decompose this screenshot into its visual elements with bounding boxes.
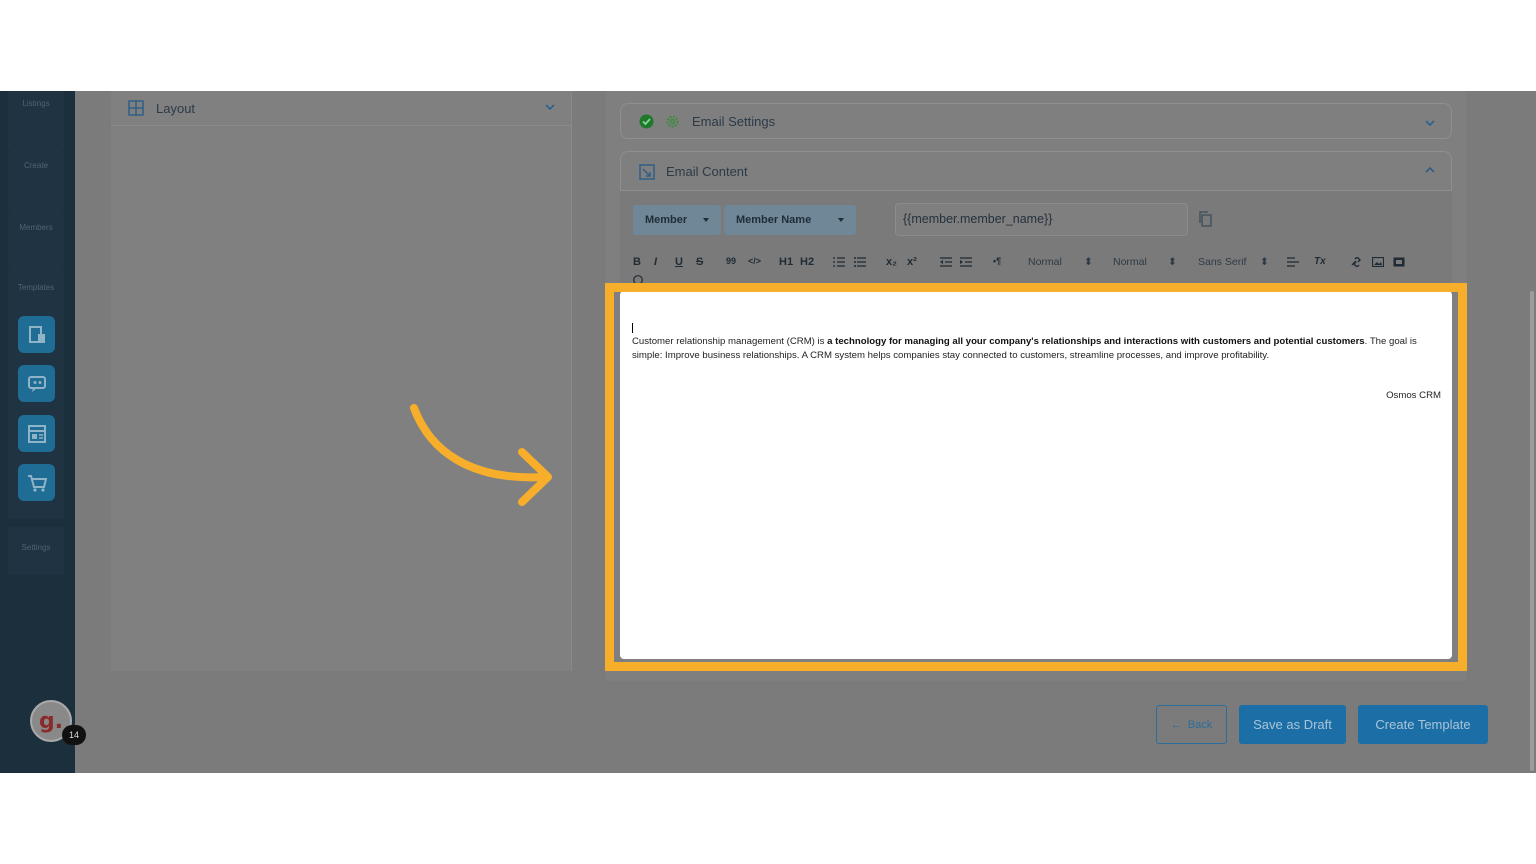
notification-badge[interactable]: 14 — [62, 725, 86, 745]
underline-button[interactable]: U — [675, 256, 683, 268]
cart-icon[interactable] — [18, 464, 55, 501]
sidebar: Listings Create Members Templates Settin… — [0, 91, 75, 773]
back-button[interactable]: ← Back — [1156, 705, 1227, 744]
indent-icon[interactable] — [960, 257, 972, 267]
document-icon[interactable] — [18, 316, 55, 353]
subscript-button[interactable]: x₂ — [886, 256, 897, 268]
image-icon[interactable] — [1372, 257, 1384, 267]
member-select[interactable]: Member — [633, 205, 721, 235]
ordered-list-icon[interactable] — [833, 257, 845, 267]
bold-button[interactable]: B — [633, 256, 641, 268]
italic-button[interactable]: I — [654, 256, 657, 268]
caret-down-icon — [703, 218, 709, 222]
email-settings-card[interactable]: Email Settings — [620, 103, 1452, 139]
grid-icon — [128, 100, 144, 116]
member-select-value: Member — [645, 214, 688, 226]
email-content-controls: Member Member Name {{member.member_name}… — [620, 191, 1452, 287]
sidebar-group-members[interactable]: Members — [8, 211, 64, 269]
link-icon[interactable] — [1351, 257, 1363, 267]
sidebar-group-settings[interactable]: Settings — [8, 527, 64, 575]
chevron-up-icon[interactable] — [1425, 166, 1435, 174]
sidebar-group-create[interactable]: Create — [8, 151, 64, 211]
outdent-icon[interactable] — [940, 257, 952, 267]
check-circle-icon — [639, 114, 654, 129]
align-icon[interactable] — [1287, 257, 1299, 267]
caret-down-icon — [838, 218, 844, 222]
save-draft-button[interactable]: Save as Draft — [1239, 705, 1346, 744]
app-window: Listings Create Members Templates Settin… — [0, 91, 1536, 773]
chat-icon[interactable] — [18, 365, 55, 402]
gear-icon — [666, 115, 679, 128]
size-select-1[interactable]: Normal — [1028, 256, 1062, 268]
member-field-select[interactable]: Member Name — [724, 205, 856, 235]
superscript-button[interactable]: x² — [907, 256, 917, 268]
copy-icon[interactable] — [1198, 211, 1212, 227]
sidebar-group-listings[interactable]: Listings — [8, 91, 64, 151]
select-arrows-icon: ⬍ — [1260, 256, 1269, 268]
email-content-icon — [639, 164, 655, 180]
blockquote-button[interactable]: 99 — [726, 256, 736, 266]
email-settings-title: Email Settings — [692, 114, 776, 129]
annotation-arrow-icon — [410, 404, 552, 506]
layout-panel: Layout — [111, 91, 572, 671]
create-template-button[interactable]: Create Template — [1358, 705, 1488, 744]
font-select[interactable]: Sans Serif — [1198, 256, 1246, 268]
sidebar-item-listings[interactable]: Listings — [0, 99, 72, 108]
arrow-left-icon: ← — [1170, 718, 1182, 731]
text-direction-button[interactable]: •¶ — [993, 256, 1001, 266]
chevron-down-icon[interactable] — [545, 103, 555, 111]
sidebar-item-settings[interactable]: Settings — [0, 543, 72, 552]
clear-format-button[interactable]: Tx — [1314, 256, 1326, 267]
chevron-down-icon[interactable] — [1425, 119, 1435, 127]
heading1-button[interactable]: H1 — [779, 256, 793, 268]
email-content-title: Email Content — [666, 164, 748, 179]
focus-highlight-box — [605, 283, 1467, 671]
avatar-letter: g. — [38, 708, 64, 734]
code-button[interactable]: </> — [748, 256, 761, 266]
bullet-list-icon[interactable] — [854, 257, 866, 267]
email-content-card-header[interactable]: Email Content — [620, 151, 1452, 191]
back-button-label: Back — [1187, 718, 1213, 731]
video-icon[interactable] — [1393, 257, 1405, 267]
select-arrows-icon: ⬍ — [1084, 256, 1093, 268]
select-arrows-icon: ⬍ — [1168, 256, 1177, 268]
sidebar-item-create[interactable]: Create — [0, 161, 72, 170]
layout-panel-title: Layout — [156, 100, 196, 116]
strike-button[interactable]: S — [696, 256, 703, 268]
sidebar-item-members[interactable]: Members — [0, 223, 72, 232]
heading2-button[interactable]: H2 — [800, 256, 814, 268]
layout-panel-header[interactable]: Layout — [111, 91, 571, 126]
variable-field[interactable]: {{member.member_name}} — [895, 203, 1188, 236]
scrollbar[interactable] — [1530, 291, 1534, 771]
member-field-select-value: Member Name — [736, 214, 812, 226]
layout-icon[interactable] — [18, 415, 55, 452]
size-select-2[interactable]: Normal — [1113, 256, 1147, 268]
sidebar-item-templates[interactable]: Templates — [0, 283, 72, 292]
